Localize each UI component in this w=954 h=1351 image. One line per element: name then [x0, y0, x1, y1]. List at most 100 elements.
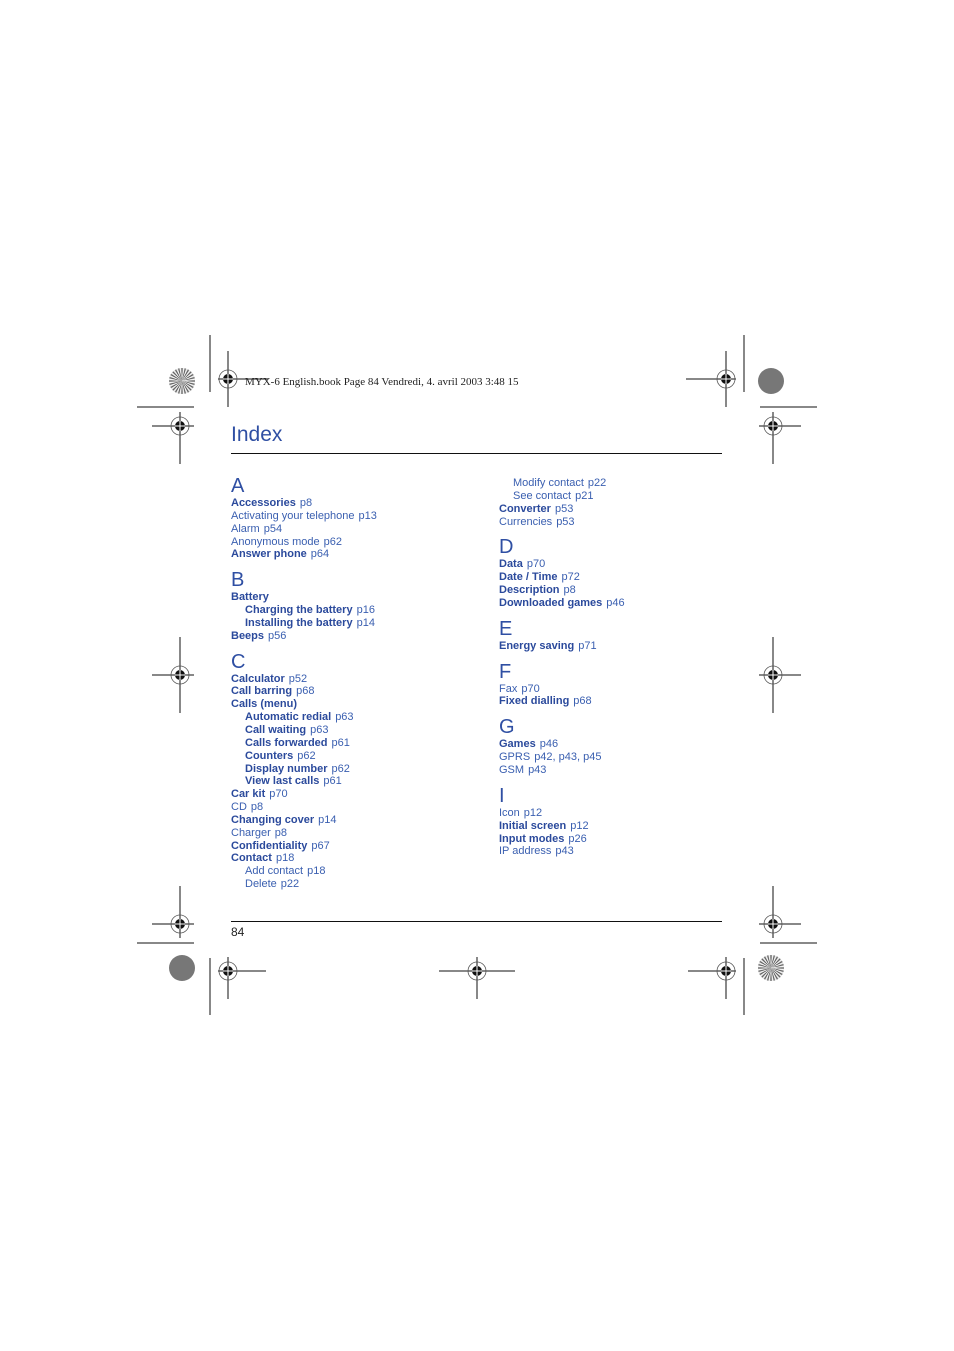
entry-page-ref[interactable]: p18 — [276, 852, 294, 864]
page-title: Index — [231, 423, 283, 446]
index-entry: GSM p43 — [499, 764, 759, 777]
index-entry: See contact p21 — [499, 490, 759, 503]
entry-term: Alarm — [231, 522, 260, 535]
entry-page-ref[interactable]: p52 — [289, 673, 307, 685]
entry-page-ref[interactable]: p22 — [281, 878, 299, 890]
index-entry: Icon p12 — [499, 807, 759, 820]
entry-page-ref[interactable]: p62 — [297, 750, 315, 762]
title-rule — [231, 453, 722, 454]
entry-page-ref[interactable]: p53 — [555, 503, 573, 515]
index-entry: Automatic redial p63 — [231, 711, 491, 724]
entry-page-ref[interactable]: p70 — [269, 788, 287, 800]
entry-page-ref[interactable]: p61 — [332, 737, 350, 749]
entry-term: Data — [499, 558, 523, 571]
index-entry: Input modes p26 — [499, 833, 759, 846]
entry-page-ref[interactable]: p46 — [606, 597, 624, 609]
entry-page-ref[interactable]: p63 — [310, 724, 328, 736]
entry-page-ref[interactable]: p43 — [555, 845, 573, 857]
registration-mark-bottom-right — [688, 957, 736, 999]
index-entry: Currencies p53 — [499, 516, 759, 529]
index-entry: Car kit p70 — [231, 788, 491, 801]
entry-page-ref[interactable]: p42, p43, p45 — [534, 751, 601, 763]
index-entry: Contact p18 — [231, 852, 491, 865]
entry-term: Confidentiality — [231, 839, 308, 852]
entry-term: Input modes — [499, 832, 565, 845]
index-entry: Fax p70 — [499, 683, 759, 696]
entry-page-ref[interactable]: p71 — [578, 640, 596, 652]
entry-page-ref[interactable]: p67 — [311, 840, 329, 852]
index-entry: Call barring p68 — [231, 685, 491, 698]
index-entry: Calls (menu) — [231, 698, 491, 711]
entry-page-ref[interactable]: p62 — [324, 536, 342, 548]
entry-page-ref[interactable]: p8 — [275, 827, 287, 839]
registration-mark-right-upper — [759, 412, 801, 464]
index-entry: Counters p62 — [231, 750, 491, 763]
index-entry: Confidentiality p67 — [231, 840, 491, 853]
entry-term: Description — [499, 584, 560, 597]
index-entry: Delete p22 — [231, 878, 491, 891]
entry-term: Fax — [499, 682, 518, 695]
entry-term: Automatic redial — [245, 711, 332, 724]
registration-mark-top-right — [686, 351, 736, 407]
index-entry: Changing cover p14 — [231, 814, 491, 827]
entry-page-ref[interactable]: p14 — [357, 617, 375, 629]
entry-page-ref[interactable]: p56 — [268, 630, 286, 642]
entry-page-ref[interactable]: p8 — [300, 497, 312, 509]
entry-page-ref[interactable]: p61 — [323, 775, 341, 787]
index-entry: Battery — [231, 591, 491, 604]
entry-term: Call barring — [231, 685, 293, 698]
registration-mark-right-lower — [759, 886, 801, 938]
entry-page-ref[interactable]: p64 — [311, 548, 329, 560]
entry-page-ref[interactable]: p72 — [562, 571, 580, 583]
entry-page-ref[interactable]: p21 — [575, 490, 593, 502]
index-entry: IP address p43 — [499, 845, 759, 858]
entry-term: Car kit — [231, 788, 266, 801]
index-entry: Calls forwarded p61 — [231, 737, 491, 750]
entry-page-ref[interactable]: p46 — [540, 738, 558, 750]
entry-page-ref[interactable]: p54 — [264, 523, 282, 535]
entry-term: Charger — [231, 826, 271, 839]
entry-page-ref[interactable]: p18 — [307, 865, 325, 877]
entry-term: Activating your telephone — [231, 509, 355, 522]
entry-term: Call waiting — [245, 723, 307, 736]
index-entry: Activating your telephone p13 — [231, 510, 491, 523]
entry-page-ref[interactable]: p62 — [332, 763, 350, 775]
entry-page-ref[interactable]: p12 — [570, 820, 588, 832]
entry-term: Answer phone — [231, 548, 307, 561]
entry-page-ref[interactable]: p70 — [521, 683, 539, 695]
index-entry: CD p8 — [231, 801, 491, 814]
entry-page-ref[interactable]: p12 — [524, 807, 542, 819]
entry-page-ref[interactable]: p53 — [556, 516, 574, 528]
entry-page-ref[interactable]: p8 — [564, 584, 576, 596]
entry-page-ref[interactable]: p43 — [528, 764, 546, 776]
registration-mark-left-lower — [152, 886, 194, 938]
index-entry: Energy saving p71 — [499, 640, 759, 653]
entry-page-ref[interactable]: p68 — [573, 695, 591, 707]
entry-page-ref[interactable]: p8 — [251, 801, 263, 813]
entry-term: Date / Time — [499, 571, 558, 584]
entry-page-ref[interactable]: p16 — [357, 604, 375, 616]
index-entry: Anonymous mode p62 — [231, 536, 491, 549]
index-entry: Modify contact p22 — [499, 477, 759, 490]
index-entry: View last calls p61 — [231, 775, 491, 788]
entry-page-ref[interactable]: p70 — [527, 558, 545, 570]
entry-page-ref[interactable]: p22 — [588, 477, 606, 489]
entry-page-ref[interactable]: p63 — [335, 711, 353, 723]
print-header-info: MYX-6 English.book Page 84 Vendredi, 4. … — [245, 376, 519, 388]
entry-term: Currencies — [499, 515, 553, 528]
entry-page-ref[interactable]: p68 — [296, 685, 314, 697]
entry-page-ref[interactable]: p13 — [359, 510, 377, 522]
entry-term: Add contact — [245, 865, 304, 878]
entry-term: Fixed dialling — [499, 695, 570, 708]
index-column-left: A Accessories p8 Activating your telephone p… — [231, 475, 491, 891]
index-entry: Display number p62 — [231, 763, 491, 776]
index-entry: Fixed dialling p68 — [499, 695, 759, 708]
registration-mark-bottom-center — [439, 957, 515, 999]
entry-term: Energy saving — [499, 639, 575, 652]
entry-term: Beeps — [231, 629, 265, 642]
index-entry: Add contact p18 — [231, 865, 491, 878]
entry-page-ref[interactable]: p26 — [568, 833, 586, 845]
entry-term: Converter — [499, 502, 551, 515]
entry-term: Games — [499, 738, 536, 751]
entry-page-ref[interactable]: p14 — [318, 814, 336, 826]
